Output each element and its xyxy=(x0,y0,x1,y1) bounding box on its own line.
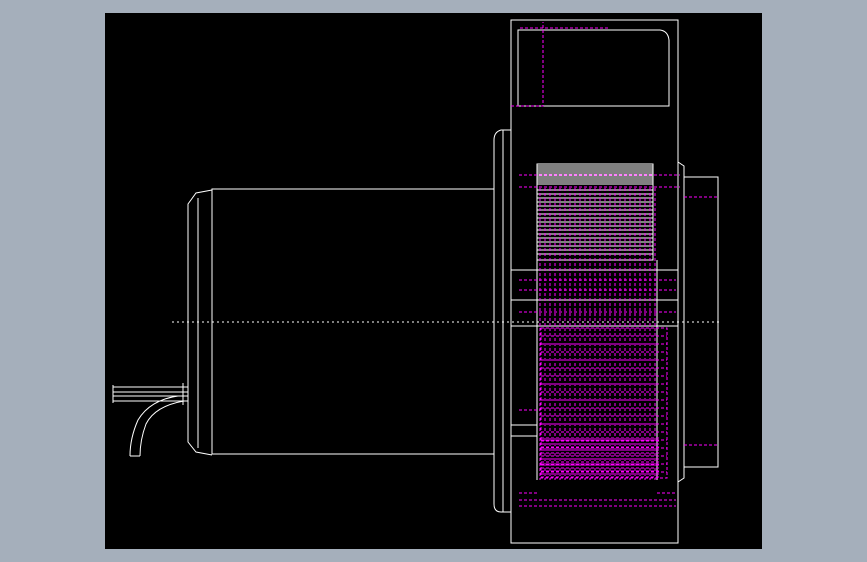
cad-drawing xyxy=(112,19,722,544)
lead-wires xyxy=(112,383,189,457)
hidden-lines xyxy=(511,22,718,507)
cad-viewport[interactable] xyxy=(0,0,867,562)
mounting-flange xyxy=(493,129,511,513)
